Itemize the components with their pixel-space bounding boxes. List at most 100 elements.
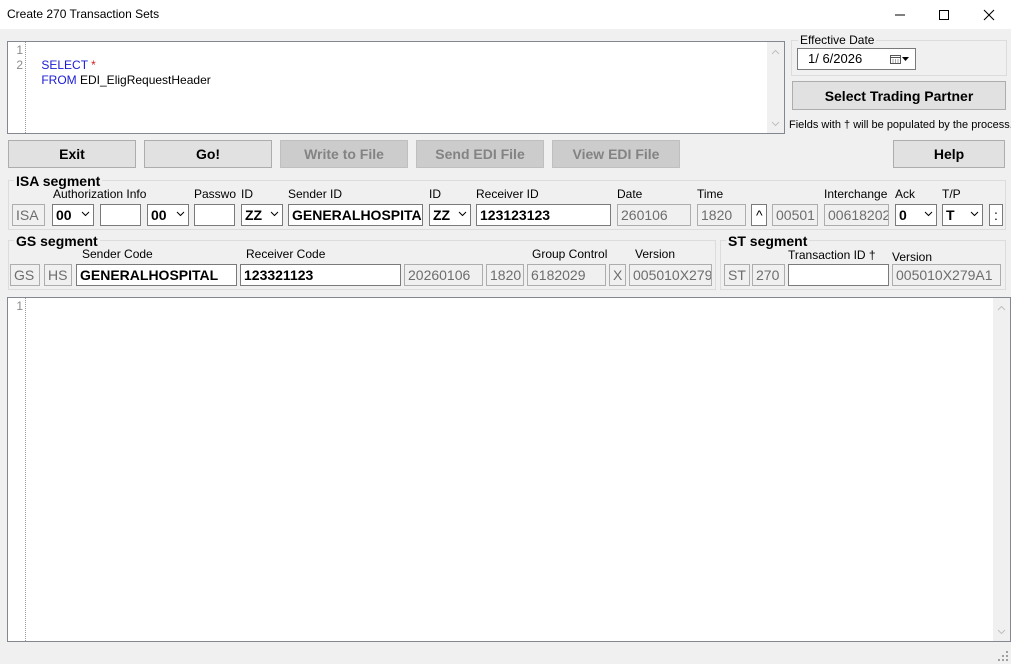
chevron-down-icon <box>924 211 933 217</box>
ack-value: 0 <box>899 207 907 223</box>
st-segment-title: ST segment <box>726 233 810 249</box>
tp-value: T <box>946 207 955 223</box>
chevron-down-icon <box>970 211 979 217</box>
go-button[interactable]: Go! <box>144 140 272 168</box>
maximize-button[interactable] <box>921 0 967 29</box>
exit-button[interactable]: Exit <box>8 140 136 168</box>
chevron-down-icon <box>458 211 467 217</box>
date-label: Date <box>617 187 643 201</box>
scroll-up-arrow[interactable] <box>993 299 1010 316</box>
code-line: FROM EDI_EligRequestHeader <box>28 58 211 103</box>
gs-version-label: Version <box>635 247 676 261</box>
output-scrollbar[interactable] <box>993 298 1010 641</box>
ack-label: Ack <box>895 187 916 201</box>
close-icon <box>983 9 995 20</box>
transaction-set-id-field: 270 <box>752 264 785 286</box>
chevron-down-icon <box>81 211 90 217</box>
receiver-id-input[interactable]: 123123123 <box>476 204 611 226</box>
sender-code-input[interactable]: GENERALHOSPITAL <box>76 264 237 286</box>
gs-segment-title: GS segment <box>14 233 100 249</box>
isa-segment-title: ISA segment <box>14 173 103 189</box>
receiver-id-label: Receiver ID <box>476 187 539 201</box>
scroll-down-arrow[interactable] <box>993 623 1010 640</box>
sender-qual-select[interactable]: ZZ <box>241 204 283 226</box>
component-separator-field[interactable]: : <box>989 204 1003 226</box>
sender-id-input[interactable]: GENERALHOSPITAL <box>288 204 423 226</box>
group-control-label: Group Control <box>532 247 608 261</box>
line-number: 1 <box>16 299 23 313</box>
write-to-file-button[interactable]: Write to File <box>280 140 408 168</box>
receiver-code-input[interactable]: 123321123 <box>240 264 401 286</box>
query-editor[interactable]: 1 2 SELECT * FROM EDI_EligRequestHeader <box>7 41 785 134</box>
transaction-id-input[interactable] <box>788 264 889 286</box>
line-number: 1 <box>16 43 23 57</box>
agency-code-field: X <box>609 264 626 286</box>
isa-segment-id: ISA <box>12 204 45 226</box>
isa-version-field: 00501 <box>772 204 818 226</box>
calendar-icon <box>890 55 901 64</box>
chevron-down-icon <box>270 211 279 217</box>
interchange-label: Interchange <box>824 187 888 201</box>
password-qual-select[interactable]: 00 <box>147 204 189 226</box>
receiver-qual-select[interactable]: ZZ <box>429 204 471 226</box>
chevron-up-icon <box>771 49 780 54</box>
isa-time-field: 1820 <box>697 204 746 226</box>
gs-time-field: 1820 <box>486 264 524 286</box>
minimize-button[interactable] <box>877 0 923 29</box>
gs-segment-id: GS <box>10 264 40 286</box>
auth-qual-select[interactable]: 00 <box>52 204 94 226</box>
help-button[interactable]: Help <box>893 140 1005 168</box>
sender-qual-value: ZZ <box>245 207 263 223</box>
gs-version-field: 005010X279A1 <box>629 264 712 286</box>
st-version-field: 005010X279A1 <box>892 264 1001 286</box>
password-label: Passwo <box>194 187 237 201</box>
st-version-label: Version <box>892 250 933 264</box>
interchange-control-field: 006182029 <box>824 204 889 226</box>
auth-qual-value: 00 <box>56 207 72 223</box>
sql-text: EDI_EligRequestHeader <box>76 73 211 87</box>
ack-select[interactable]: 0 <box>895 204 937 226</box>
chevron-down-icon <box>997 629 1006 634</box>
repetition-separator-field[interactable]: ^ <box>751 204 767 226</box>
query-scrollbar[interactable] <box>767 42 784 133</box>
window-title: Create 270 Transaction Sets <box>7 7 160 21</box>
dropdown-arrow-icon <box>902 57 909 61</box>
password-input[interactable] <box>194 204 235 226</box>
select-trading-partner-button[interactable]: Select Trading Partner <box>792 81 1006 110</box>
chevron-down-icon <box>771 121 780 126</box>
output-gutter <box>8 298 26 641</box>
effective-date-picker[interactable]: 1/ 6/2026 <box>797 48 916 70</box>
effective-date-label: Effective Date <box>798 33 877 47</box>
effective-date-value: 1/ 6/2026 <box>808 51 863 66</box>
populated-note: Fields with † will be populated by the p… <box>789 119 1011 131</box>
receiver-qual-value: ZZ <box>433 207 451 223</box>
minimize-icon <box>895 14 905 15</box>
output-editor[interactable]: 1 <box>7 297 1011 642</box>
sender-id-label: Sender ID <box>288 187 343 201</box>
maximize-icon <box>939 9 949 20</box>
chevron-up-icon <box>997 305 1006 310</box>
receiver-qual-label: ID <box>429 187 441 201</box>
receiver-code-label: Receiver Code <box>246 247 326 261</box>
transaction-id-label: Transaction ID † <box>788 248 876 262</box>
view-edi-file-button[interactable]: View EDI File <box>552 140 680 168</box>
authorization-info-label: Authorization Info <box>53 187 147 201</box>
password-qual-value: 00 <box>151 207 167 223</box>
isa-date-field: 260106 <box>617 204 691 226</box>
st-segment-id: ST <box>724 264 750 286</box>
send-edi-file-button[interactable]: Send EDI File <box>416 140 544 168</box>
scroll-up-arrow[interactable] <box>767 43 784 60</box>
tp-label: T/P <box>942 187 961 201</box>
auth-info-input[interactable] <box>100 204 141 226</box>
close-button[interactable] <box>966 0 1011 29</box>
chevron-down-icon <box>176 211 185 217</box>
tp-select[interactable]: T <box>942 204 983 226</box>
gs-date-field: 20260106 <box>404 264 483 286</box>
scroll-down-arrow[interactable] <box>767 115 784 132</box>
sender-qual-label: ID <box>241 187 253 201</box>
time-label: Time <box>697 187 724 201</box>
sender-code-label: Sender Code <box>82 247 153 261</box>
line-number: 2 <box>16 58 23 72</box>
title-bar: Create 270 Transaction Sets <box>0 0 1011 29</box>
resize-grip-icon[interactable] <box>997 650 1009 662</box>
